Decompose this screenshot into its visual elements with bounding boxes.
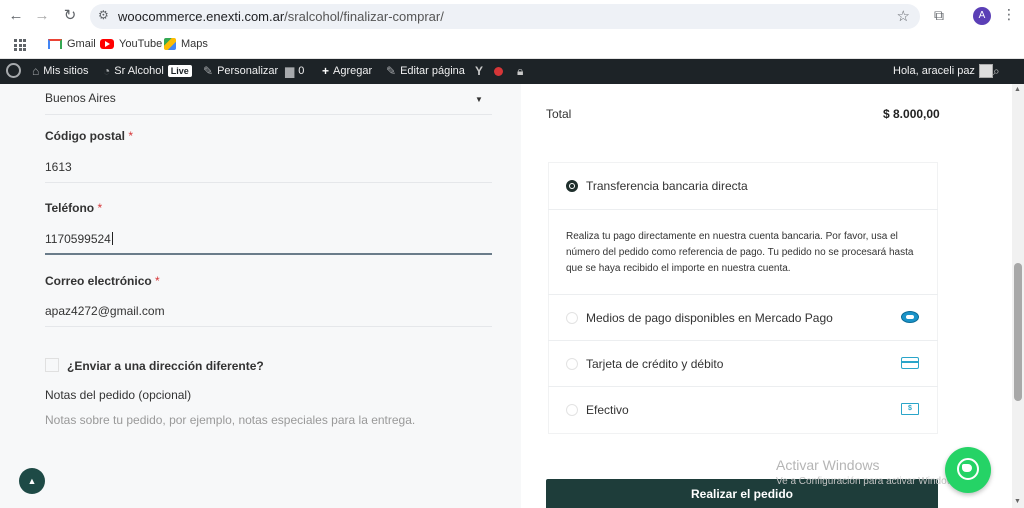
phone-underline xyxy=(45,253,492,255)
whatsapp-button[interactable] xyxy=(945,447,991,493)
email-field[interactable]: apaz4272@gmail.com xyxy=(45,304,165,318)
scroll-up-arrow-icon[interactable]: ▲ xyxy=(1014,86,1021,93)
total-label: Total xyxy=(546,107,572,121)
radio-mercado-pago[interactable] xyxy=(566,312,578,324)
customize-link[interactable]: ✎ Personalizar xyxy=(203,64,278,78)
home-icon: ⌂ xyxy=(32,64,40,78)
bookmark-youtube[interactable]: YouTube xyxy=(100,38,162,50)
scroll-down-arrow-icon[interactable]: ▼ xyxy=(1014,498,1021,505)
order-notes-label: Notas del pedido (opcional) xyxy=(45,388,192,402)
order-notes-field[interactable]: Notas sobre tu pedido, por ejemplo, nota… xyxy=(45,413,415,427)
mercadopago-icon xyxy=(901,311,919,323)
address-bar[interactable]: ⚙ woocommerce.enexti.com.ar/sralcohol/fi… xyxy=(90,4,920,29)
billing-form: Buenos Aires ▼ Código postal * 1613 Telé… xyxy=(0,84,521,508)
bookmark-star-icon[interactable]: ☆ xyxy=(897,7,910,25)
bookmarks-bar: Gmail YouTube Maps xyxy=(0,33,1024,59)
state-select[interactable]: Buenos Aires xyxy=(45,91,116,105)
windows-watermark-title: Activar Windows xyxy=(776,457,880,473)
divider xyxy=(548,294,938,295)
scroll-top-button[interactable]: ▲ xyxy=(19,468,45,494)
pencil-icon: ✎ xyxy=(386,64,397,78)
browser-toolbar: ← → ↻ ⚙ woocommerce.enexti.com.ar/sralco… xyxy=(0,0,1024,33)
radio-credit-card[interactable] xyxy=(566,358,578,370)
add-new-link[interactable]: + Agregar xyxy=(322,64,372,78)
bank-transfer-label[interactable]: Transferencia bancaria directa xyxy=(586,179,748,193)
user-avatar xyxy=(978,64,993,78)
credit-card-icon xyxy=(901,357,919,369)
email-label: Correo electrónico * xyxy=(45,274,160,288)
bookmark-gmail[interactable]: Gmail xyxy=(48,38,96,50)
lock-icon[interactable]: 🔒︎ xyxy=(517,64,523,79)
page-scrollbar[interactable]: ▲ ▼ xyxy=(1012,84,1024,508)
credit-card-label[interactable]: Tarjeta de crédito y débito xyxy=(586,357,723,371)
menu-icon[interactable]: ⋮ xyxy=(1002,6,1016,23)
comments-link[interactable]: ▆ 0 xyxy=(285,64,304,78)
reload-icon[interactable]: ↻ xyxy=(60,6,80,26)
total-value: $ 8.000,00 xyxy=(883,107,940,121)
postal-code-underline xyxy=(45,182,492,183)
youtube-icon xyxy=(100,39,114,49)
payment-methods xyxy=(548,162,938,434)
windows-watermark-subtitle: Ve a Configuración para activar Windows. xyxy=(776,476,962,487)
yoast-icon[interactable]: Y xyxy=(475,64,483,78)
arrow-up-icon: ▲ xyxy=(27,476,37,486)
dashboard-icon: ◔ xyxy=(103,64,111,78)
brush-icon: ✎ xyxy=(203,64,214,78)
radio-cash[interactable] xyxy=(566,404,578,416)
account-menu[interactable]: Hola, araceli paz xyxy=(893,64,993,78)
postal-code-label: Código postal * xyxy=(45,129,134,143)
divider xyxy=(548,386,938,387)
edit-page-link[interactable]: ✎ Editar página xyxy=(386,64,465,78)
state-underline xyxy=(45,114,492,115)
seo-status-dot[interactable] xyxy=(494,67,503,76)
site-info-icon[interactable]: ⚙ xyxy=(98,8,109,22)
ship-different-label[interactable]: ¿Enviar a una dirección diferente? xyxy=(67,359,264,373)
cash-icon: $ xyxy=(901,403,919,415)
bookmark-maps[interactable]: Maps xyxy=(164,38,208,50)
bank-transfer-description: Realiza tu pago directamente en nuestra … xyxy=(566,231,914,274)
profile-avatar[interactable]: A xyxy=(973,7,991,25)
chevron-down-icon[interactable]: ▼ xyxy=(475,95,483,104)
scroll-thumb[interactable] xyxy=(1014,263,1022,401)
apps-icon[interactable] xyxy=(14,39,26,51)
maps-icon xyxy=(164,38,176,50)
radio-bank-transfer[interactable] xyxy=(566,180,578,192)
order-review: Total $ 8.000,00 Transferencia bancaria … xyxy=(521,84,1012,508)
cash-label[interactable]: Efectivo xyxy=(586,403,629,417)
comment-icon: ▆ xyxy=(285,64,295,78)
search-icon[interactable]: ⌕ xyxy=(993,64,1000,79)
postal-code-field[interactable]: 1613 xyxy=(45,160,72,174)
extensions-icon[interactable]: ⧉ xyxy=(934,7,944,24)
site-name-menu[interactable]: ◔ Sr Alcohol Live xyxy=(103,64,192,78)
wp-admin-bar: ⌂ Mis sitios ◔ Sr Alcohol Live ✎ Persona… xyxy=(0,59,1024,84)
live-badge: Live xyxy=(167,65,192,77)
my-sites-menu[interactable]: ⌂ Mis sitios xyxy=(32,64,88,78)
forward-icon[interactable]: → xyxy=(32,6,52,26)
wordpress-logo-icon[interactable] xyxy=(6,63,21,78)
phone-label: Teléfono * xyxy=(45,201,103,215)
checkout-page: Buenos Aires ▼ Código postal * 1613 Telé… xyxy=(0,84,1012,508)
mercado-pago-label[interactable]: Medios de pago disponibles en Mercado Pa… xyxy=(586,311,833,325)
back-icon[interactable]: ← xyxy=(6,6,26,26)
gmail-icon xyxy=(48,39,62,49)
plus-icon: + xyxy=(322,64,330,78)
divider xyxy=(548,340,938,341)
url-text[interactable]: woocommerce.enexti.com.ar/sralcohol/fina… xyxy=(118,9,444,24)
phone-field[interactable]: 1170599524 xyxy=(45,232,113,246)
ship-different-checkbox[interactable] xyxy=(45,358,59,372)
email-underline xyxy=(45,326,492,327)
divider xyxy=(548,209,938,210)
